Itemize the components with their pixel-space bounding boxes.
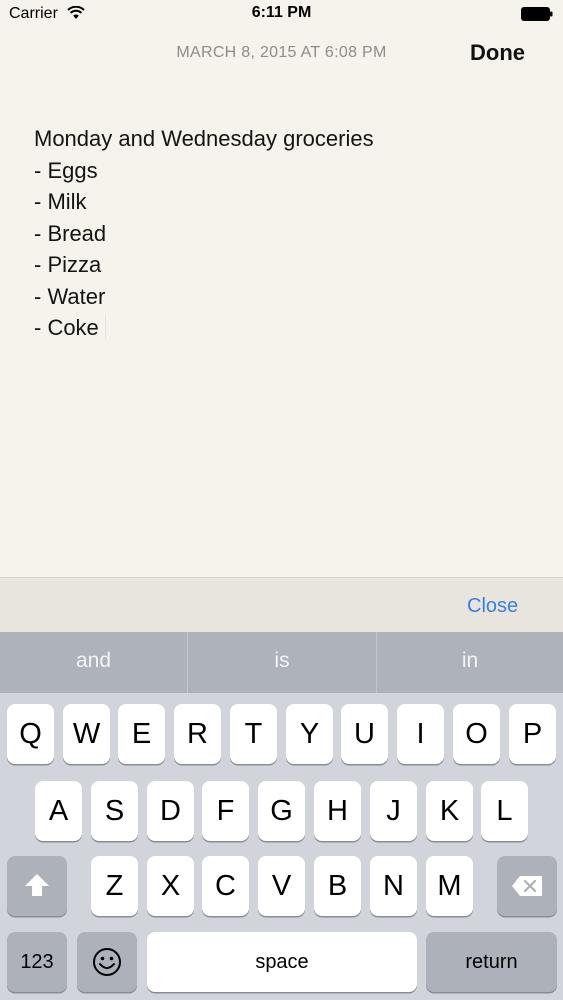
key-u[interactable]: U [341, 704, 388, 764]
return-key[interactable]: return [426, 932, 557, 992]
note-line: - Bread [34, 220, 107, 246]
note-line: - Milk [34, 189, 87, 214]
key-w[interactable]: W [63, 704, 110, 764]
key-q[interactable]: Q [7, 704, 54, 764]
key-j[interactable]: J [370, 781, 417, 841]
suggestion-3[interactable]: in [377, 632, 563, 693]
key-x[interactable]: X [147, 856, 194, 916]
keyboard: Q W E R T Y U I O P A S D F G H J K L Z … [0, 693, 563, 1000]
keyboard-accessory-bar: Close [0, 577, 563, 633]
backspace-key[interactable] [497, 856, 557, 916]
key-e[interactable]: E [118, 704, 165, 764]
note-text-area[interactable]: Monday and Wednesday groceries - Eggs - … [34, 123, 534, 344]
key-y[interactable]: Y [286, 704, 333, 764]
emoji-key[interactable] [77, 932, 137, 992]
predictive-suggestions-bar: and is in [0, 632, 563, 693]
key-d[interactable]: D [147, 781, 194, 841]
suggestion-2[interactable]: is [188, 632, 376, 693]
key-b[interactable]: B [314, 856, 361, 916]
battery-icon [521, 7, 553, 21]
key-k[interactable]: K [426, 781, 473, 841]
key-c[interactable]: C [202, 856, 249, 916]
note-line: - Pizza [34, 252, 102, 277]
key-f[interactable]: F [202, 781, 249, 841]
note-line: - Water [34, 283, 106, 309]
key-s[interactable]: S [91, 781, 138, 841]
key-t[interactable]: T [230, 704, 277, 764]
key-a[interactable]: A [35, 781, 82, 841]
key-i[interactable]: I [397, 704, 444, 764]
space-key[interactable]: space [147, 932, 417, 992]
backspace-icon [497, 856, 557, 897]
key-r[interactable]: R [174, 704, 221, 764]
clock: 6:11 PM [251, 4, 312, 21]
done-button[interactable]: Done [470, 40, 540, 70]
numbers-key[interactable]: 123 [7, 932, 67, 992]
suggestion-1[interactable]: and [0, 632, 187, 693]
key-p[interactable]: P [509, 704, 556, 764]
key-m[interactable]: M [426, 856, 473, 916]
note-line: - Coke [34, 315, 99, 340]
emoji-icon [77, 932, 137, 977]
key-l[interactable]: L [481, 781, 528, 841]
text-caret [104, 315, 106, 339]
note-last-line-wrap: - Coke [34, 312, 534, 344]
key-z[interactable]: Z [91, 856, 138, 916]
key-g[interactable]: G [258, 781, 305, 841]
key-v[interactable]: V [258, 856, 305, 916]
shift-icon [7, 856, 67, 898]
status-bar: Carrier 6:11 PM [0, 0, 563, 30]
note-line: Monday and Wednesday groceries [34, 126, 374, 151]
close-button[interactable]: Close [467, 595, 518, 618]
key-o[interactable]: O [453, 704, 500, 764]
key-h[interactable]: H [314, 781, 361, 841]
note-line: - Eggs [34, 157, 98, 183]
shift-key[interactable] [7, 856, 67, 916]
key-n[interactable]: N [370, 856, 417, 916]
